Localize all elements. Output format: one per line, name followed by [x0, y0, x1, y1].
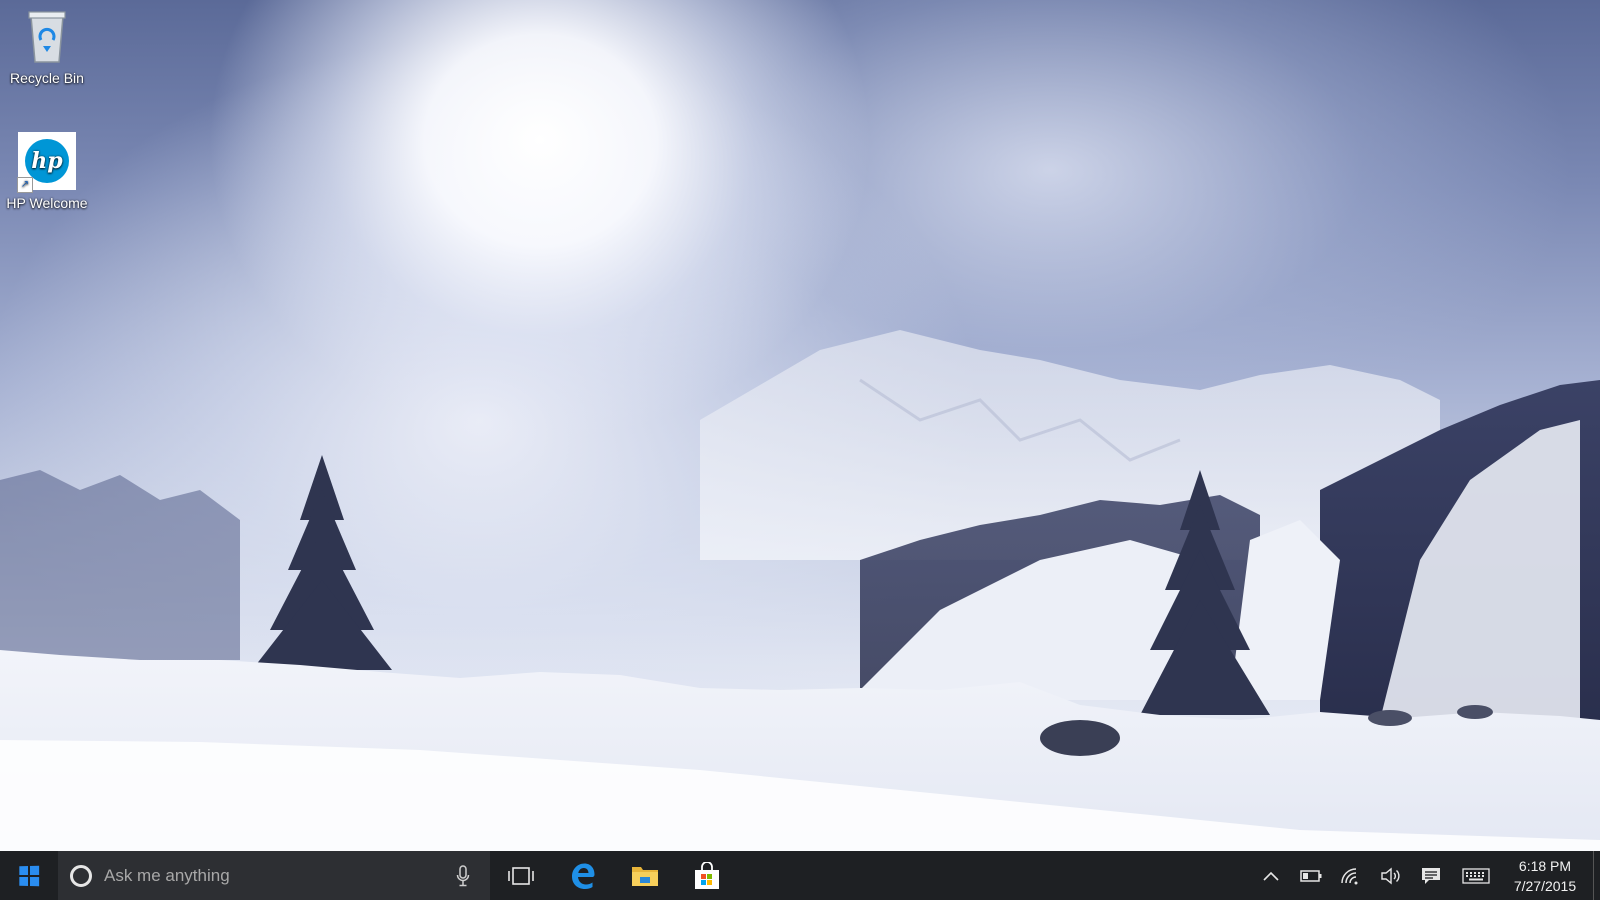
store-icon: [695, 861, 719, 889]
chevron-up-icon: [1263, 871, 1279, 881]
cortana-icon: [70, 864, 92, 887]
action-center-button[interactable]: [1411, 851, 1451, 900]
task-view-button[interactable]: [490, 851, 552, 900]
touch-keyboard-button[interactable]: [1451, 851, 1501, 900]
battery-icon: [1300, 869, 1322, 882]
task-view-icon: [508, 866, 534, 885]
taskbar-app-edge[interactable]: [552, 851, 614, 900]
keyboard-icon: [1462, 867, 1490, 884]
volume-icon: [1381, 867, 1400, 884]
desktop-icon-recycle-bin[interactable]: Recycle Bin: [5, 6, 89, 87]
desktop-icon-label: Recycle Bin: [10, 70, 84, 86]
folder-icon: [632, 866, 658, 886]
show-desktop-button[interactable]: [1593, 851, 1600, 900]
show-hidden-icons-button[interactable]: [1251, 851, 1291, 900]
windows-logo-icon: [19, 865, 40, 886]
desktop-icon-label: HP Welcome: [6, 195, 88, 211]
battery-button[interactable]: [1291, 851, 1331, 900]
recycle-bin-icon: [17, 6, 77, 66]
taskbar: 6:18 PM 7/27/2015: [0, 851, 1600, 900]
search-input[interactable]: [104, 865, 424, 886]
volume-button[interactable]: [1371, 851, 1411, 900]
start-button[interactable]: [0, 851, 58, 900]
wallpaper-scene: [0, 330, 1600, 851]
taskbar-app-file-explorer[interactable]: [614, 851, 676, 900]
clock-date: 7/27/2015: [1513, 877, 1577, 894]
desktop-icon-hp-welcome[interactable]: hp ↗ HP Welcome: [5, 131, 89, 212]
edge-icon: [572, 863, 595, 889]
hp-logo-icon: hp ↗: [17, 131, 77, 193]
microphone-icon[interactable]: [456, 865, 470, 887]
network-button[interactable]: [1331, 851, 1371, 900]
wifi-icon: [1341, 867, 1358, 884]
system-tray: 6:18 PM 7/27/2015: [1251, 851, 1600, 900]
clock-time: 6:18 PM: [1518, 857, 1572, 874]
desktop-wallpaper: [0, 0, 1600, 851]
taskbar-app-store[interactable]: [676, 851, 738, 900]
clock[interactable]: 6:18 PM 7/27/2015: [1501, 856, 1589, 896]
action-center-icon: [1422, 867, 1440, 884]
shortcut-arrow-icon: ↗: [17, 177, 33, 193]
cortana-search-box[interactable]: [58, 851, 490, 900]
